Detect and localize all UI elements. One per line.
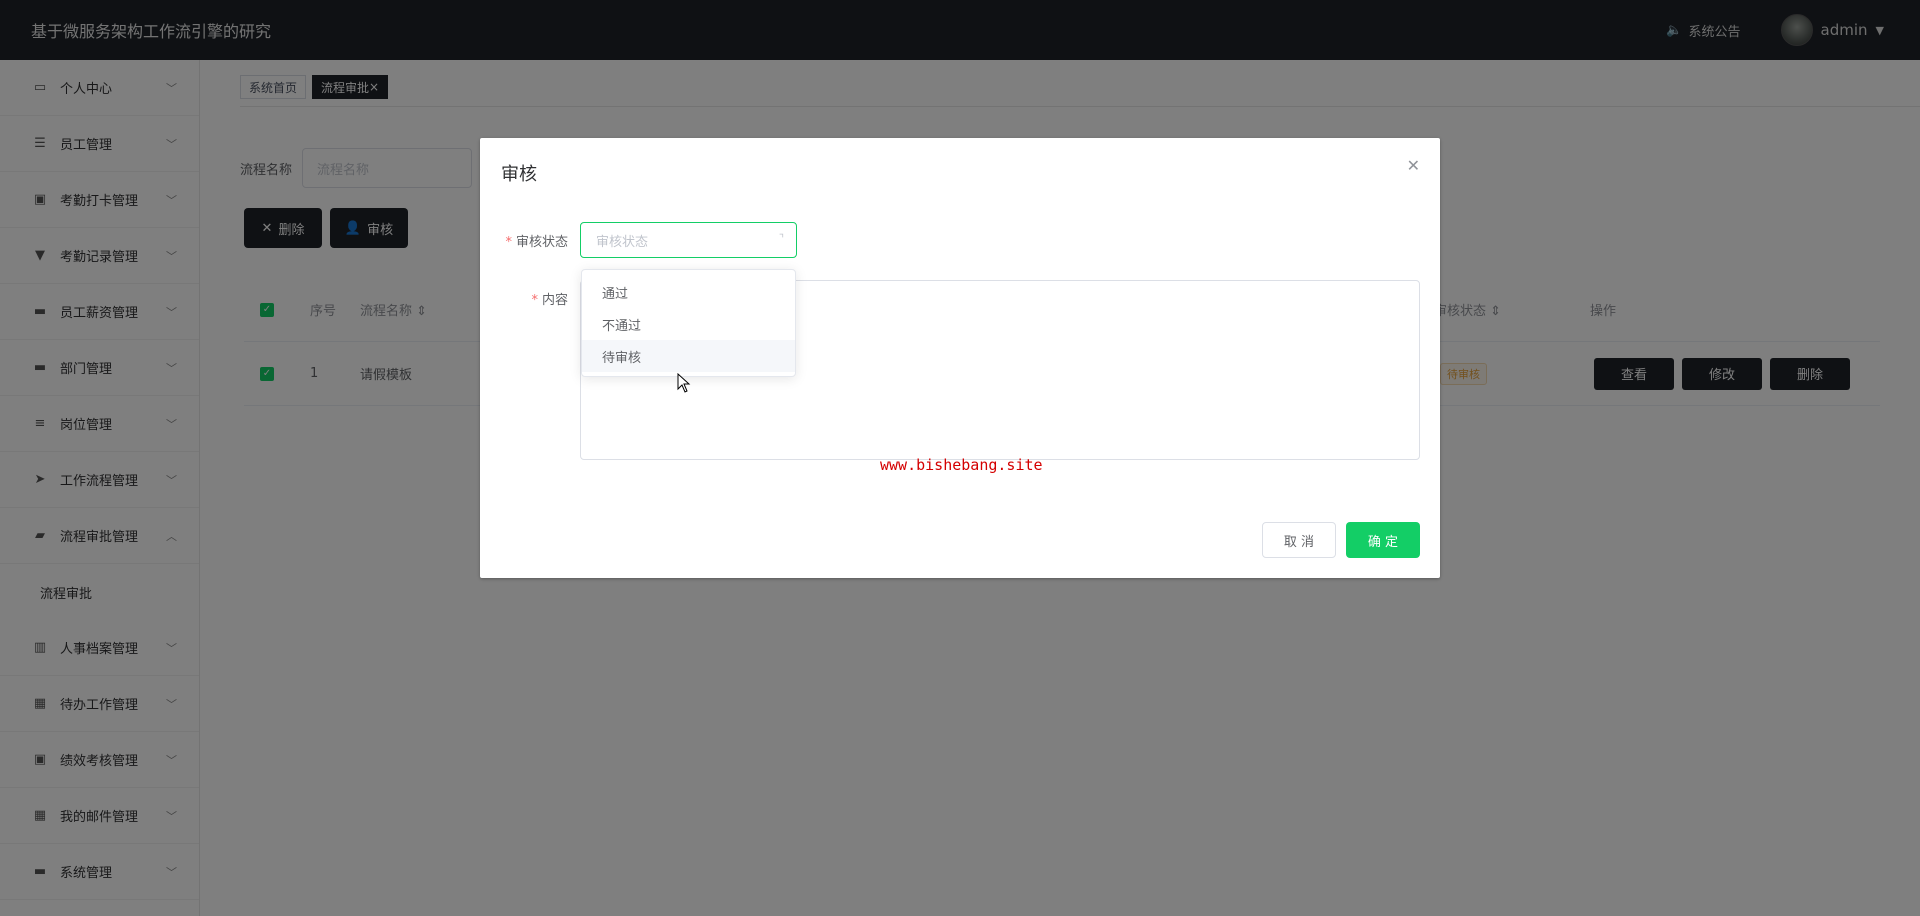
label-text: 内容 <box>541 293 568 308</box>
required-mark: * <box>505 235 512 250</box>
close-icon[interactable]: ✕ <box>1407 156 1420 175</box>
cancel-button[interactable]: 取 消 <box>1262 522 1336 558</box>
dialog-title: 审核 <box>501 164 537 185</box>
content-field-label: * 内容 <box>488 289 568 308</box>
status-select[interactable]: 审核状态 ⌝ <box>580 222 797 258</box>
watermark-text: www.bishebang.site <box>880 456 1043 474</box>
label-text: 审核状态 <box>515 235 568 250</box>
status-dropdown: 通过 不通过 待审核 <box>581 269 796 377</box>
option-reject[interactable]: 不通过 <box>582 308 795 340</box>
status-field-label: * 审核状态 <box>488 231 568 250</box>
confirm-button[interactable]: 确 定 <box>1346 522 1420 558</box>
chevron-icon: ⌝ <box>778 232 784 245</box>
select-placeholder: 审核状态 <box>596 234 649 250</box>
required-mark: * <box>531 293 538 308</box>
mouse-cursor-icon <box>677 373 691 393</box>
option-pending[interactable]: 待审核 <box>582 340 795 372</box>
option-pass[interactable]: 通过 <box>582 276 795 308</box>
